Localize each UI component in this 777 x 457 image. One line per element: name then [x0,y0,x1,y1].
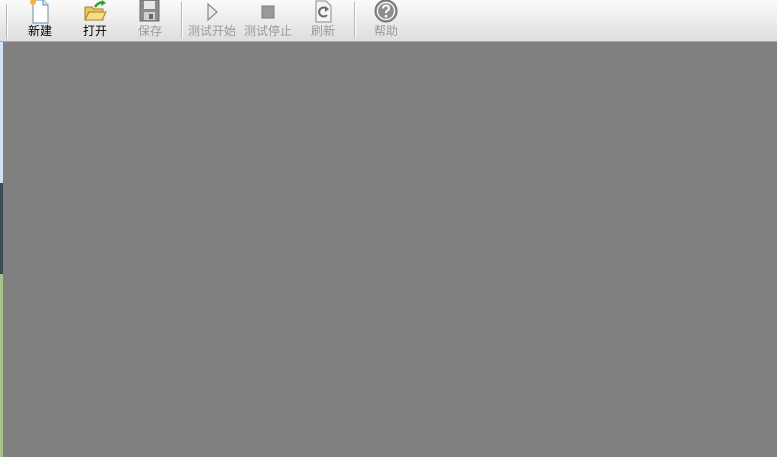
toolbar-separator [181,2,182,38]
open-button-label: 打开 [82,24,107,38]
open-button[interactable]: 打开 [75,0,115,40]
play-icon [204,2,220,25]
workspace-area[interactable] [3,42,777,457]
stop-icon [260,3,276,25]
save-button-label: 保存 [137,24,162,38]
new-button[interactable]: 新建 [20,0,60,40]
refresh-button-label: 刷新 [310,24,335,38]
test-stop-button[interactable]: 测试停止 [242,0,294,40]
help-button[interactable]: 帮助 [366,0,406,40]
toolbar: 新建 打开 保存 测试开始 测试停止 刷新 帮助 [0,0,777,42]
test-start-label: 测试开始 [187,24,236,38]
toolbar-grip[interactable] [6,4,7,38]
toolbar-separator [354,2,355,38]
save-button[interactable]: 保存 [130,0,170,40]
new-button-label: 新建 [27,24,52,38]
test-stop-label: 测试停止 [243,24,292,38]
refresh-button[interactable]: 刷新 [303,0,343,40]
test-start-button[interactable]: 测试开始 [186,0,238,40]
help-button-label: 帮助 [373,24,398,38]
